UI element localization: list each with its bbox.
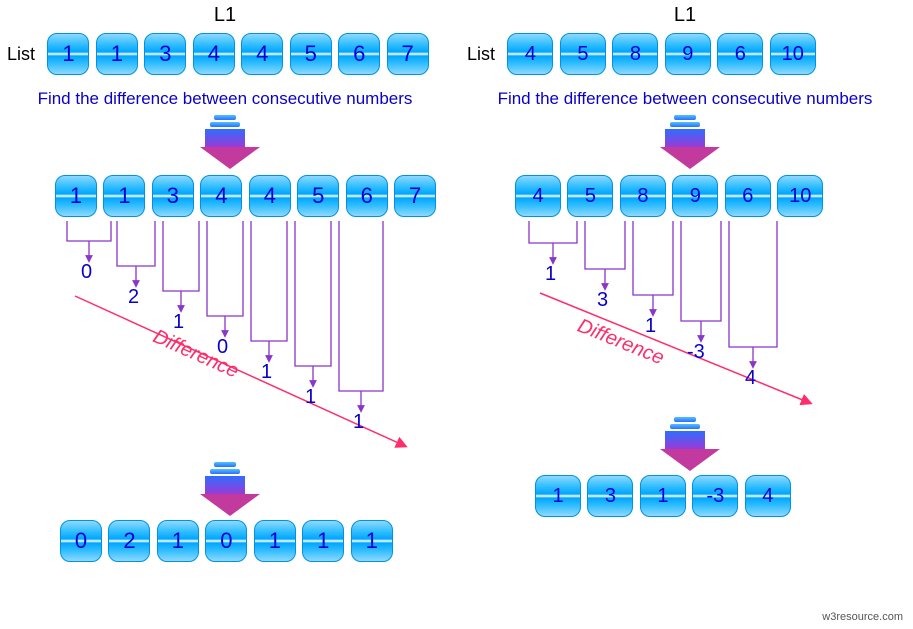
watermark: w3resource.com [822, 611, 903, 623]
down-arrow-icon [660, 417, 710, 471]
list-item: 3 [144, 33, 186, 75]
diff-value: -3 [687, 341, 705, 364]
diff-value: 1 [353, 411, 364, 434]
left-list-label: List [7, 44, 35, 65]
list-item: 1 [157, 520, 199, 562]
list-item: 5 [297, 175, 339, 217]
list-item: 9 [672, 175, 718, 217]
list-item: 6 [338, 33, 380, 75]
list-item: 1 [103, 175, 145, 217]
list-item: 5 [567, 175, 613, 217]
list-item: 7 [387, 33, 429, 75]
list-item: 6 [346, 175, 388, 217]
list-item: 0 [60, 520, 102, 562]
diff-value: 2 [128, 286, 139, 309]
list-item: 2 [108, 520, 150, 562]
list-item: 3 [152, 175, 194, 217]
list-item: 1 [254, 520, 296, 562]
list-item: 3 [587, 475, 633, 517]
list-item: 4 [515, 175, 561, 217]
down-arrow-icon [200, 462, 250, 516]
down-arrow-icon [200, 115, 250, 169]
list-item: 10 [770, 33, 816, 75]
diff-value: 1 [305, 386, 316, 409]
list-item: 1 [302, 520, 344, 562]
diff-value: 1 [545, 263, 556, 286]
list-item: 5 [290, 33, 332, 75]
list-item: 4 [200, 175, 242, 217]
left-subtitle: Find the difference between consecutive … [5, 89, 445, 109]
list-item: 4 [249, 175, 291, 217]
list-item: 5 [560, 33, 606, 75]
list-item: 1 [96, 33, 138, 75]
list-item: 4 [193, 33, 235, 75]
diff-value: 1 [173, 311, 184, 334]
diff-value: 4 [745, 367, 756, 390]
list-item: 6 [725, 175, 771, 217]
list-item: 1 [640, 475, 686, 517]
list-item: 1 [535, 475, 581, 517]
list-item: 1 [47, 33, 89, 75]
right-list-label: List [467, 44, 495, 65]
list-item: 0 [205, 520, 247, 562]
list-item: -3 [692, 475, 738, 517]
list-item: 6 [717, 33, 763, 75]
list-item: 8 [612, 33, 658, 75]
down-arrow-icon [660, 115, 710, 169]
left-title: L1 [5, 4, 445, 27]
diff-value: 1 [645, 315, 656, 338]
list-item: 4 [507, 33, 553, 75]
diff-value: 0 [81, 261, 92, 284]
list-item: 9 [665, 33, 711, 75]
list-item: 4 [745, 475, 791, 517]
list-item: 8 [620, 175, 666, 217]
list-item: 1 [351, 520, 393, 562]
right-subtitle: Find the difference between consecutive … [465, 89, 905, 109]
list-item: 4 [241, 33, 283, 75]
bracket-diagram [465, 221, 905, 411]
diff-value: 3 [597, 289, 608, 312]
list-item: 1 [55, 175, 97, 217]
list-item: 7 [394, 175, 436, 217]
right-title: L1 [465, 4, 905, 27]
list-item: 10 [777, 175, 823, 217]
diff-value: 1 [261, 361, 272, 384]
